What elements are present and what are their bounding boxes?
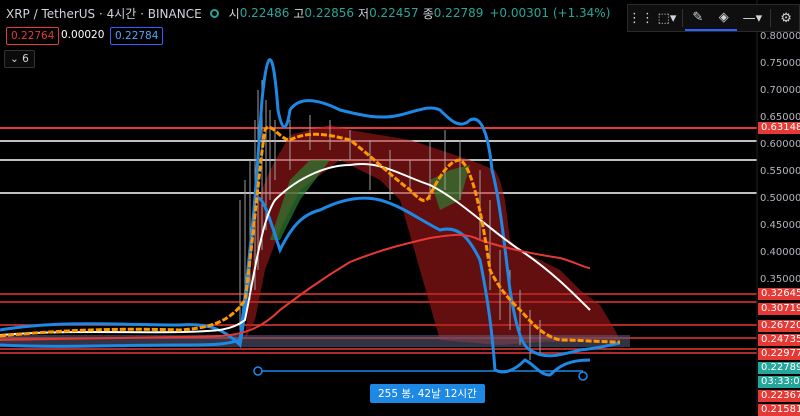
price-level-tag: 0.22977 (758, 348, 800, 360)
price-chart[interactable] (0, 0, 800, 413)
change-value: +0.00301 (+1.34%) (489, 6, 611, 20)
symbol-header: XRP / TetherUS · 4시간 · BINANCE 시 0.22486 … (0, 0, 640, 26)
buy-button[interactable]: 0.22784 (110, 27, 164, 45)
price-level-tag: 0.63148 (758, 122, 800, 134)
price-tick-label: 0.45000 (760, 220, 800, 231)
fill-bucket-icon[interactable]: ◈ (710, 5, 737, 31)
toolbar-divider (770, 9, 772, 27)
price-tick-label: 0.80000 (760, 31, 800, 42)
price-level-tag: 0.21581 (758, 404, 800, 416)
toolbar-divider (681, 9, 683, 27)
open-label: 시 (228, 6, 240, 21)
line-style-icon[interactable]: —▾ (737, 5, 768, 31)
price-tick-label: 0.70000 (760, 85, 800, 96)
market-status-icon (209, 8, 219, 18)
measure-label: 255 봉, 42날 12시간 (370, 384, 485, 403)
pencil-icon[interactable]: ✎ (684, 5, 711, 31)
price-level-tag: 03:33:02 (758, 376, 800, 388)
ichimoku-cloud (0, 125, 630, 347)
rectangle-select-icon[interactable]: ⬚▾ (654, 5, 680, 31)
price-level-tag: 0.22789 (758, 362, 800, 374)
grip-icon[interactable]: ⋮⋮ (628, 5, 654, 31)
price-tick-label: 0.50000 (760, 193, 800, 204)
symbol-title[interactable]: XRP / TetherUS · 4시간 · BINANCE (6, 5, 202, 22)
low-value: 0.22457 (369, 6, 419, 20)
price-level-tag: 0.30719 (758, 303, 800, 315)
measure-handle-start (253, 366, 263, 376)
low-label: 저 (358, 6, 370, 21)
price-tick-label: 0.35000 (760, 274, 800, 285)
close-label: 종 (422, 6, 434, 21)
open-value: 0.22486 (239, 6, 290, 20)
high-value: 0.22856 (304, 6, 355, 20)
price-tick-label: 0.55000 (760, 166, 800, 177)
indicators-toggle[interactable]: ⌄ 6 (4, 50, 35, 68)
indicators-count: 6 (22, 53, 29, 65)
close-value: 0.22789 (433, 6, 484, 20)
price-tick-label: 0.40000 (760, 247, 800, 258)
chevron-down-icon: ⌄ (10, 53, 19, 65)
drawing-toolbar: ⋮⋮ ⬚▾ ✎ ◈ —▾ ⚙ (627, 4, 800, 32)
spread-value: 0.00020 (61, 29, 105, 41)
price-tick-label: 0.75000 (760, 58, 800, 69)
price-level-tag: 0.32645 (758, 288, 800, 300)
high-label: 고 (293, 6, 305, 21)
price-level-tag: 0.26720 (758, 320, 800, 332)
price-level-tag: 0.24735 (758, 334, 800, 346)
price-level-tag: 0.22367 (758, 390, 800, 402)
measure-handle-end (578, 371, 588, 381)
price-tick-label: 0.60000 (760, 139, 800, 150)
settings-gear-icon[interactable]: ⚙ (773, 5, 799, 31)
sell-button[interactable]: 0.22764 (6, 27, 60, 45)
